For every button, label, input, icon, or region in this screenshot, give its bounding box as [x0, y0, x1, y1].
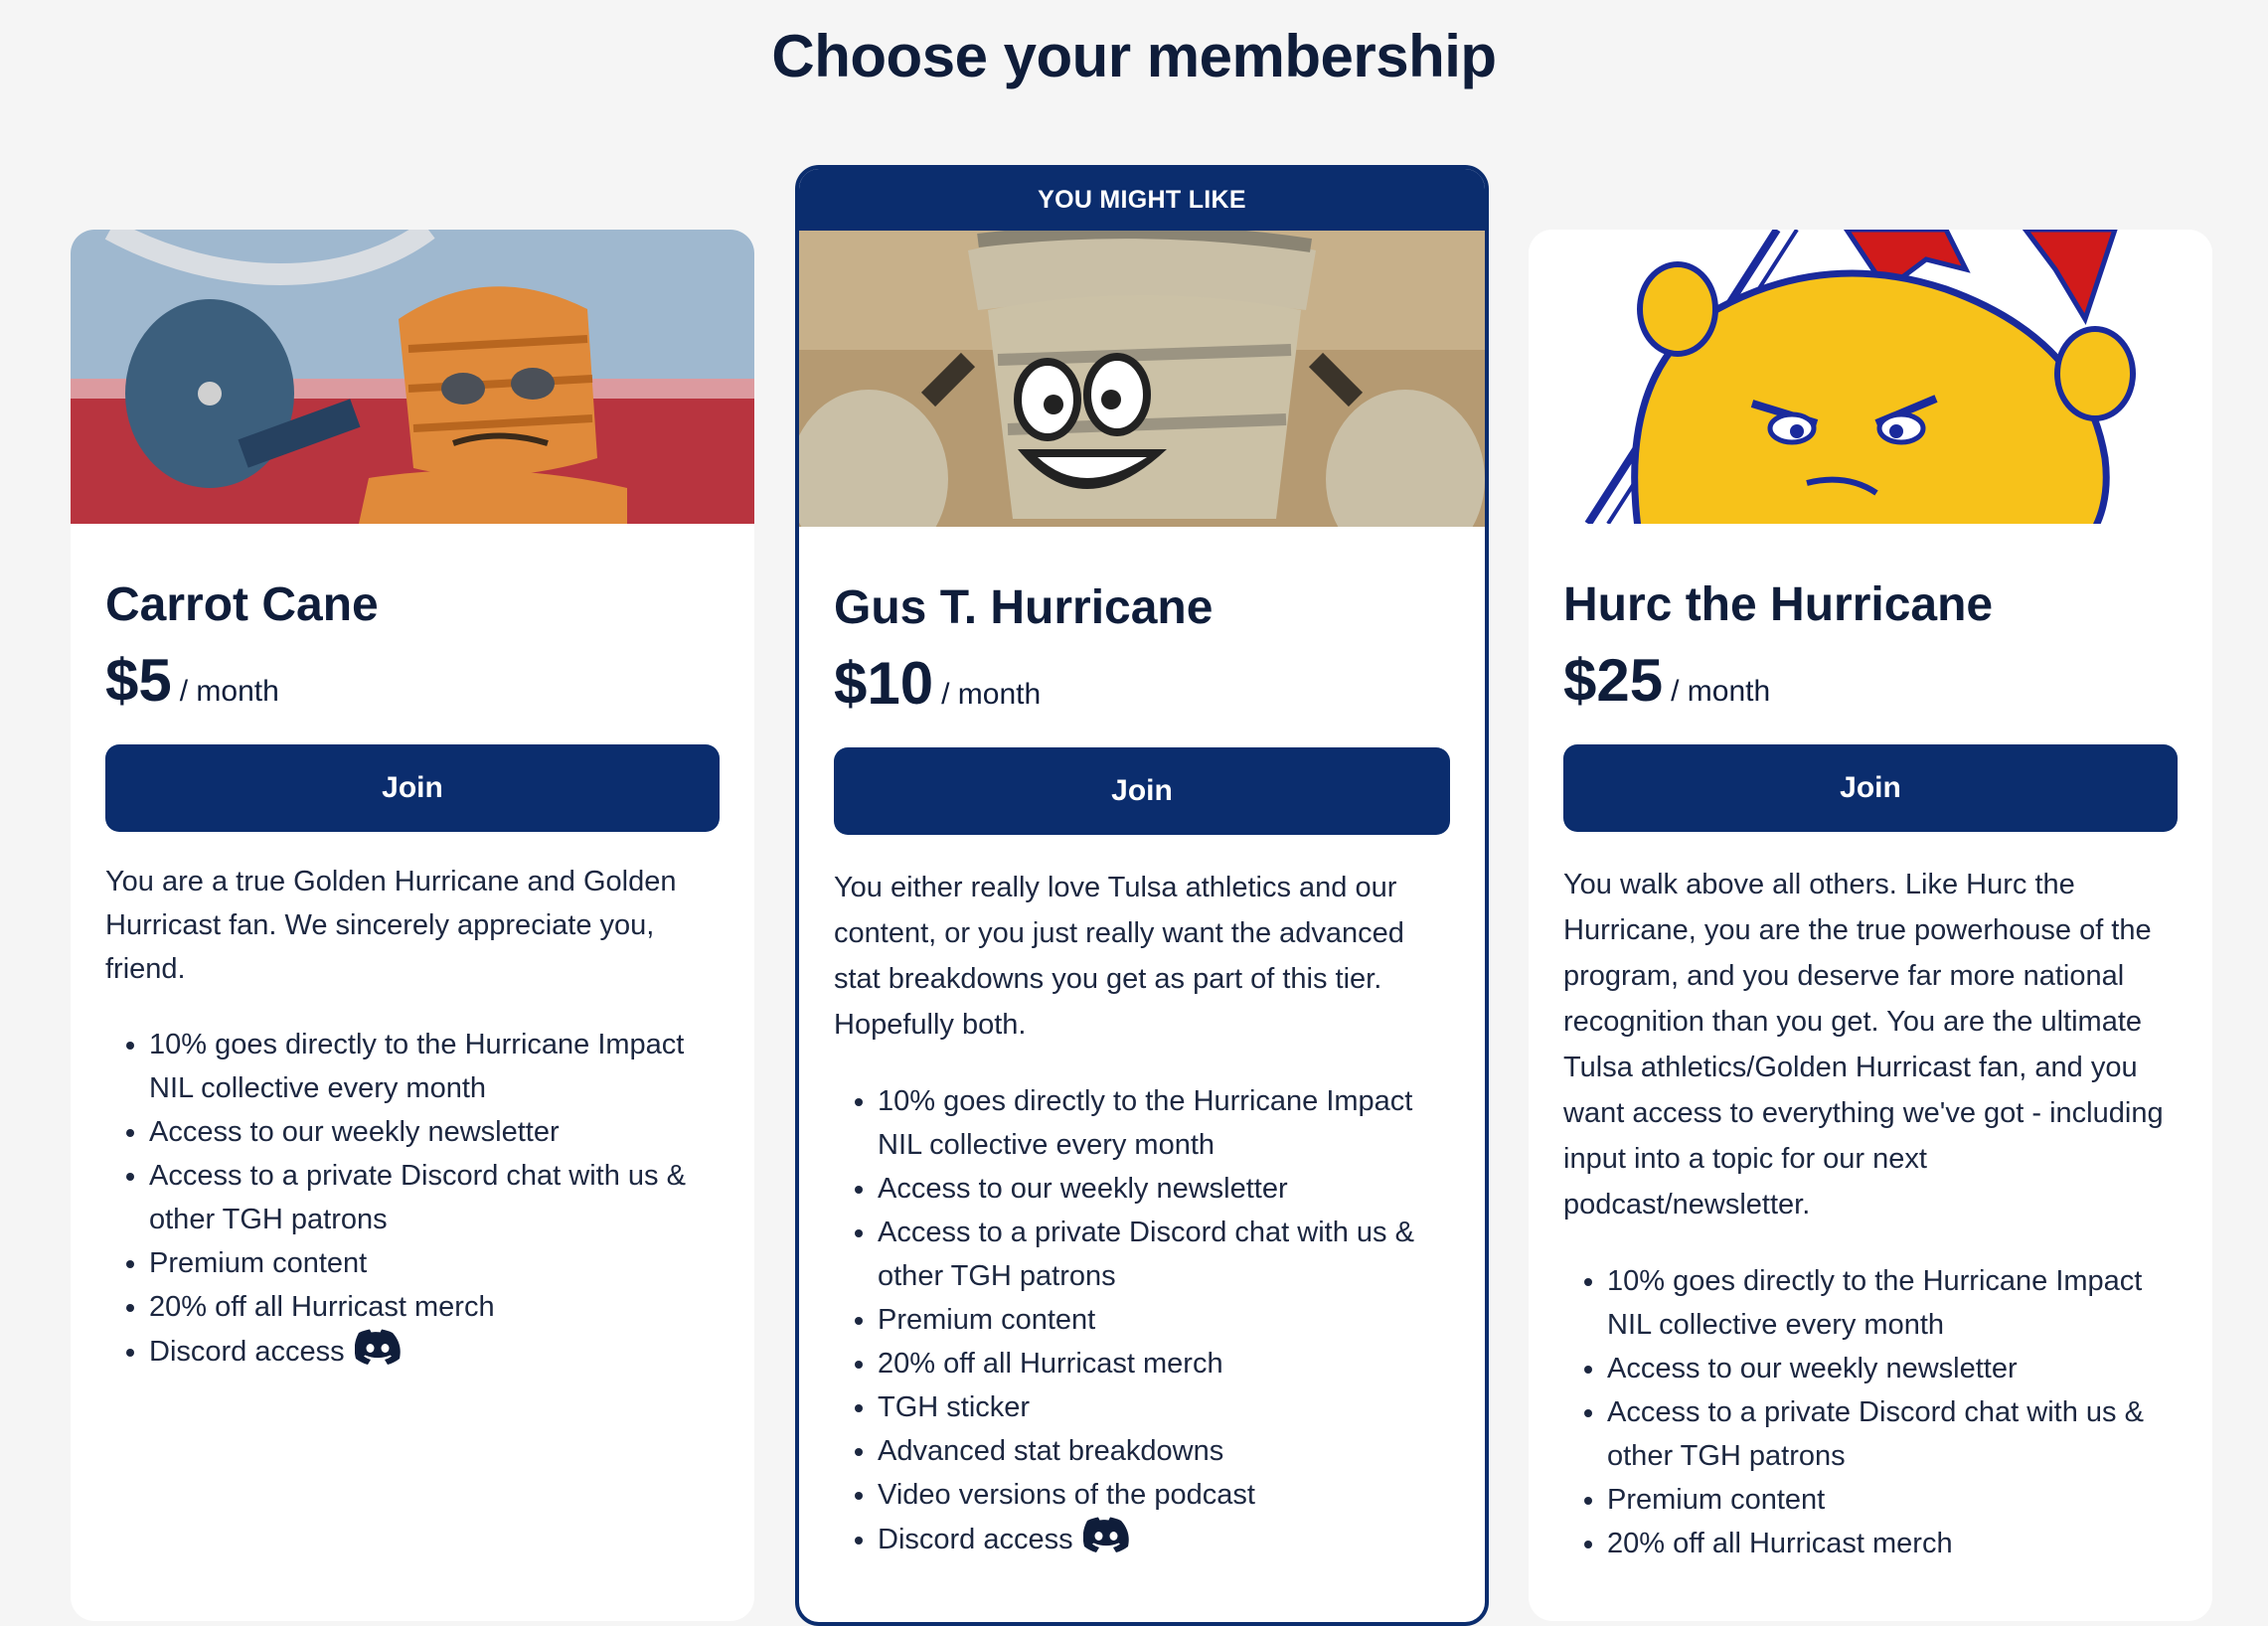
price-period: / month — [179, 675, 279, 708]
tier-description: You walk above all others. Like Hurc the… — [1563, 869, 2164, 1220]
tier-image — [71, 230, 754, 524]
benefit-item: Access to a private Discord chat with us… — [149, 1154, 720, 1241]
tier-price: $10 — [834, 650, 934, 717]
benefit-item: Advanced stat breakdowns — [878, 1429, 1450, 1473]
benefit-item: Access to our weekly newsletter — [1607, 1347, 2178, 1390]
benefit-item: 20% off all Hurricast merch — [1607, 1522, 2178, 1565]
tier-description: You are a true Golden Hurricane and Gold… — [105, 866, 677, 985]
mascot-photo-icon — [799, 231, 1485, 527]
price-row: $5 / month — [105, 651, 720, 711]
benefit-item: Video versions of the podcast — [878, 1473, 1450, 1517]
benefit-item: Access to our weekly newsletter — [878, 1167, 1450, 1211]
discord-icon — [354, 1329, 401, 1378]
benefit-item: 10% goes directly to the Hurricane Impac… — [878, 1079, 1450, 1167]
mascot-photo-icon — [71, 230, 754, 524]
tier-price: $25 — [1563, 647, 1664, 714]
tier-name: Gus T. Hurricane — [834, 581, 1214, 634]
join-button[interactable]: Join — [834, 747, 1450, 835]
price-period: / month — [941, 678, 1042, 711]
benefit-item: Access to a private Discord chat with us… — [1607, 1390, 2178, 1478]
tier-description: You either really love Tulsa athletics a… — [834, 872, 1404, 1041]
benefit-item: Access to our weekly newsletter — [149, 1110, 720, 1154]
join-button[interactable]: Join — [105, 744, 720, 832]
tier-image — [799, 231, 1485, 527]
tier-card-carrot-cane: Carrot Cane $5 / month Join You are a tr… — [71, 230, 754, 1621]
page-title: Choose your membership — [771, 23, 1497, 89]
benefit-item: Access to a private Discord chat with us… — [878, 1211, 1450, 1298]
benefit-item: 10% goes directly to the Hurricane Impac… — [1607, 1259, 2178, 1347]
tier-card-hurc-the-hurricane: Hurc the Hurricane $25 / month Join You … — [1529, 230, 2212, 1621]
tier-price: $5 — [105, 647, 172, 714]
join-button[interactable]: Join — [1563, 744, 2178, 832]
benefit-item: Premium content — [149, 1241, 720, 1285]
tier-name: Carrot Cane — [105, 578, 379, 631]
benefit-item-discord: Discord access — [878, 1517, 1450, 1565]
discord-icon — [1082, 1517, 1129, 1565]
benefit-item: 20% off all Hurricast merch — [149, 1285, 720, 1329]
benefit-label: Discord access — [878, 1524, 1073, 1556]
benefit-item: TGH sticker — [878, 1385, 1450, 1429]
mascot-cartoon-icon — [1529, 230, 2212, 524]
tier-card-gus-t-hurricane: YOU MIGHT LIKE Gus T. Hurricane $10 / mo… — [795, 165, 1489, 1626]
recommended-badge: YOU MIGHT LIKE — [799, 169, 1485, 231]
benefit-list: 10% goes directly to the Hurricane Impac… — [1563, 1259, 2178, 1565]
benefit-list: 10% goes directly to the Hurricane Impac… — [834, 1079, 1450, 1565]
tier-image — [1529, 230, 2212, 524]
price-row: $10 / month — [834, 654, 1450, 714]
benefit-item: Premium content — [878, 1298, 1450, 1342]
benefit-label: Discord access — [149, 1336, 345, 1369]
tier-name: Hurc the Hurricane — [1563, 578, 1994, 631]
benefit-item: 10% goes directly to the Hurricane Impac… — [149, 1023, 720, 1110]
benefit-item: 20% off all Hurricast merch — [878, 1342, 1450, 1385]
benefit-list: 10% goes directly to the Hurricane Impac… — [105, 1023, 720, 1378]
benefit-item: Premium content — [1607, 1478, 2178, 1522]
price-row: $25 / month — [1563, 651, 2178, 711]
price-period: / month — [1671, 675, 1771, 708]
benefit-item-discord: Discord access — [149, 1329, 720, 1378]
